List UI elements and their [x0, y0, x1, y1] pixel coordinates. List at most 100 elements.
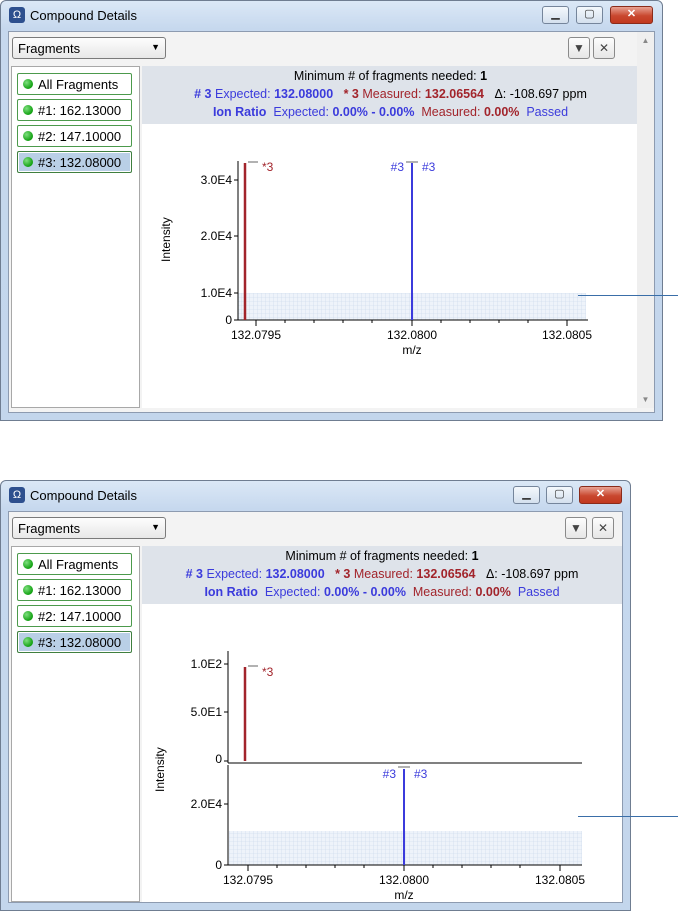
chevron-down-icon: ▼	[151, 42, 160, 52]
y-tick-label: 0	[215, 858, 222, 872]
fragment-item-2[interactable]: #2: 147.10000	[17, 605, 132, 627]
fragment-list: All Fragments #1: 162.13000 #2: 147.1000…	[11, 546, 140, 902]
scroll-down-icon[interactable]: ▼	[637, 395, 654, 404]
minimize-button[interactable]: ▁	[513, 486, 540, 504]
delta-ppm: Δ: -108.697 ppm	[494, 87, 587, 101]
app-logo-icon: Ω	[9, 7, 25, 23]
x-tick-label: 132.0805	[542, 328, 592, 342]
callout-line	[578, 295, 678, 296]
x-axis-label: m/z	[402, 343, 421, 357]
measured-marker: * 3	[335, 567, 351, 581]
fragment-item-3[interactable]: #3: 132.08000	[17, 631, 132, 653]
fragment-item-1[interactable]: #1: 162.13000	[17, 99, 132, 121]
y-tick-label: 1.0E4	[201, 286, 233, 300]
min-fragments-line: Minimum # of fragments needed: 1	[142, 69, 639, 83]
measured-label: Measured:	[362, 87, 422, 101]
expected-peak-label-right: #3	[414, 767, 428, 781]
toolbar: Fragments ▼ ▼ ✕	[9, 32, 654, 66]
x-axis-label: m/z	[394, 888, 413, 902]
fragment-label: #3: 132.08000	[38, 635, 122, 650]
scroll-up-icon[interactable]: ▲	[637, 36, 654, 45]
ion-expected-label: Expected:	[273, 105, 329, 119]
x-tick-label: 132.0795	[231, 328, 281, 342]
y-axis-label: Intensity	[153, 747, 167, 792]
compound-details-window-1: Ω Compound Details ▁ ▢ ✕ Fragments ▼ ▼ ✕…	[0, 0, 663, 421]
ion-expected-value: 0.00% - 0.00%	[332, 105, 415, 119]
window-title: Compound Details	[30, 8, 137, 23]
noise-band	[229, 831, 582, 865]
window-title: Compound Details	[30, 488, 137, 503]
status-dot-icon	[23, 131, 33, 141]
min-fragments-line: Minimum # of fragments needed: 1	[142, 549, 622, 563]
status-text: Passed	[517, 585, 560, 599]
ion-ratio-label: Ion Ratio	[204, 585, 258, 599]
close-panel-button[interactable]: ✕	[593, 37, 615, 59]
close-window-button[interactable]: ✕	[610, 6, 653, 24]
expected-peak-label-right: #3	[422, 160, 436, 174]
expected-label: Expected:	[206, 567, 263, 581]
measured-value: 132.06564	[416, 567, 476, 581]
x-tick-label: 132.0800	[387, 328, 437, 342]
fragment-item-all[interactable]: All Fragments	[17, 73, 132, 95]
minimize-button[interactable]: ▁	[542, 6, 569, 24]
ion-measured-value: 0.00%	[483, 105, 520, 119]
fragment-item-2[interactable]: #2: 147.10000	[17, 125, 132, 147]
min-fragments-label: Minimum # of fragments needed:	[285, 549, 469, 563]
y-tick-label: 0	[215, 752, 222, 766]
fragment-label: #1: 162.13000	[38, 583, 122, 598]
min-fragments-value: 1	[471, 549, 479, 563]
fragment-label: All Fragments	[38, 77, 119, 92]
filter-menu-button[interactable]: ▼	[565, 517, 587, 539]
fragment-label: #2: 147.10000	[38, 129, 122, 144]
bottom-y-ticks	[224, 803, 228, 866]
fragment-item-1[interactable]: #1: 162.13000	[17, 579, 132, 601]
measured-label: Measured:	[353, 567, 413, 581]
view-dropdown[interactable]: Fragments ▼	[12, 517, 166, 539]
close-panel-button[interactable]: ✕	[592, 517, 614, 539]
y-tick-label: 3.0E4	[201, 173, 233, 187]
fragment-info: Minimum # of fragments needed: 1 # 3 Exp…	[142, 546, 622, 604]
filter-menu-button[interactable]: ▼	[568, 37, 590, 59]
y-axis-ticks	[234, 179, 238, 321]
title-bar[interactable]: Ω Compound Details ▁ ▢ ✕	[1, 481, 630, 511]
compound-details-window-2: Ω Compound Details ▁ ▢ ✕ Fragments ▼ ▼ ✕…	[0, 480, 631, 911]
y-tick-label: 1.0E2	[191, 657, 223, 671]
y-tick-label: 0	[225, 313, 232, 327]
maximize-button[interactable]: ▢	[546, 486, 573, 504]
chart-panel: Minimum # of fragments needed: 1 # 3 Exp…	[142, 66, 639, 408]
callout-line	[578, 816, 678, 817]
maximize-button[interactable]: ▢	[576, 6, 603, 24]
x-axis-ticks	[255, 320, 568, 326]
y-tick-label: 2.0E4	[191, 797, 223, 811]
status-dot-icon	[23, 157, 33, 167]
close-window-button[interactable]: ✕	[579, 486, 622, 504]
fragment-item-all[interactable]: All Fragments	[17, 553, 132, 575]
expected-peak-label-left: #3	[391, 160, 405, 174]
view-dropdown[interactable]: Fragments ▼	[12, 37, 166, 59]
expected-marker: # 3	[194, 87, 212, 101]
chart-panel: Minimum # of fragments needed: 1 # 3 Exp…	[142, 546, 622, 902]
ion-ratio-line: Ion Ratio Expected: 0.00% - 0.00% Measur…	[142, 105, 639, 119]
x-axis-ticks	[247, 865, 561, 871]
chevron-down-icon: ▼	[151, 522, 160, 532]
spectrum-chart-stacked: 1.0E2 5.0E1 0 *3 2.0E4 0 #3 #3 Intensity…	[153, 651, 585, 902]
title-bar[interactable]: Ω Compound Details ▁ ▢ ✕	[1, 1, 662, 31]
view-dropdown-value: Fragments	[18, 41, 81, 56]
ion-measured-label: Measured:	[412, 585, 472, 599]
expected-marker: # 3	[185, 567, 204, 581]
spectrum-chart: 3.0E4 2.0E4 1.0E4 0 Intensity 132.0795 1…	[159, 160, 592, 357]
fragment-label: #1: 162.13000	[38, 103, 122, 118]
client-area: Fragments ▼ ▼ ✕ All Fragments #1: 162.13…	[8, 31, 655, 413]
measured-peak-label: *3	[262, 665, 274, 679]
fragment-label: #3: 132.08000	[38, 155, 122, 170]
ion-expected-value: 0.00% - 0.00%	[323, 585, 406, 599]
x-tick-label: 132.0805	[535, 873, 585, 887]
fragment-item-3[interactable]: #3: 132.08000	[17, 151, 132, 173]
expected-label: Expected:	[215, 87, 271, 101]
mass-line: # 3 Expected: 132.08000 * 3 Measured: 13…	[142, 87, 639, 101]
ion-ratio-line: Ion Ratio Expected: 0.00% - 0.00% Measur…	[142, 585, 622, 599]
status-dot-icon	[23, 611, 33, 621]
measured-peak-label: *3	[262, 160, 274, 174]
min-fragments-value: 1	[480, 69, 488, 83]
vertical-scrollbar[interactable]: ▲ ▼	[637, 32, 654, 408]
